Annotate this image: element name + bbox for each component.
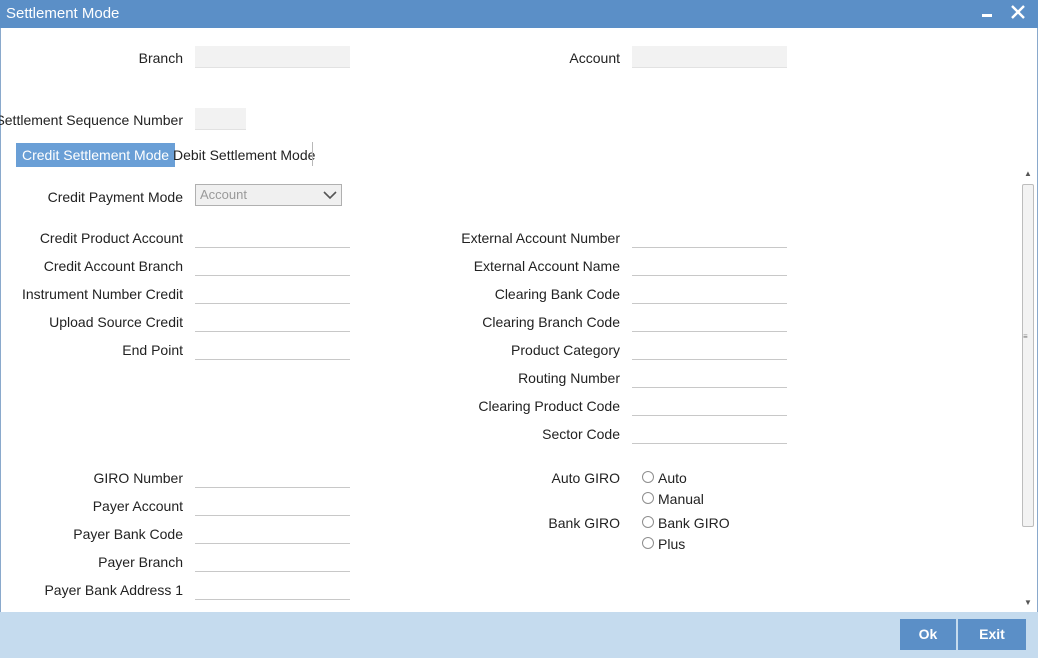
credit-payment-mode-value: Account (200, 187, 247, 202)
upload-source-credit-field[interactable] (195, 310, 350, 332)
auto-radio[interactable] (642, 471, 654, 483)
credit-account-branch-label: Credit Account Branch (43, 258, 183, 274)
upload-source-credit-label: Upload Source Credit (49, 314, 183, 330)
clearing-product-code-field[interactable] (632, 394, 787, 416)
end-point-field[interactable] (195, 338, 350, 360)
payer-bank-address-1-field[interactable] (195, 578, 350, 600)
branch-label: Branch (138, 50, 183, 66)
tab-credit-settlement-mode[interactable]: Credit Settlement Mode (16, 143, 176, 167)
manual-radio-label: Manual (658, 491, 704, 507)
plus-radio[interactable] (642, 537, 654, 549)
payer-account-label: Payer Account (92, 498, 183, 514)
credit-payment-mode-select[interactable]: Account (195, 184, 342, 206)
payer-branch-field[interactable] (195, 550, 350, 572)
external-account-number-field[interactable] (632, 226, 787, 248)
dialog-footer (0, 612, 1038, 658)
account-field[interactable] (632, 46, 787, 68)
product-category-label: Product Category (511, 342, 620, 358)
end-point-label: End Point (122, 342, 183, 358)
clearing-bank-code-label: Clearing Bank Code (494, 286, 620, 302)
bank-giro-radio[interactable] (642, 516, 654, 528)
credit-account-branch-field[interactable] (195, 254, 350, 276)
exit-button[interactable]: Exit (958, 619, 1026, 650)
tab-debit-settlement-mode[interactable]: Debit Settlement Mode (167, 143, 321, 167)
bank-giro-label: Bank GIRO (548, 515, 620, 531)
vertical-scrollbar[interactable]: ▲ ≡ ▼ (1020, 167, 1036, 610)
routing-number-field[interactable] (632, 366, 787, 388)
external-account-name-label: External Account Name (473, 258, 620, 274)
account-label: Account (569, 50, 620, 66)
instrument-number-credit-label: Instrument Number Credit (21, 286, 183, 302)
scroll-down-icon[interactable]: ▼ (1020, 596, 1036, 610)
tab-separator (312, 142, 313, 166)
clearing-branch-code-field[interactable] (632, 310, 787, 332)
payer-account-field[interactable] (195, 494, 350, 516)
settlement-sequence-number-field[interactable] (195, 108, 246, 130)
ok-button[interactable]: Ok (900, 619, 956, 650)
clearing-branch-code-label: Clearing Branch Code (482, 314, 620, 330)
scrollbar-grip-icon: ≡ (1023, 332, 1028, 341)
clearing-bank-code-field[interactable] (632, 282, 787, 304)
auto-radio-label: Auto (658, 470, 687, 486)
payer-branch-label: Payer Branch (98, 554, 183, 570)
sector-code-field[interactable] (632, 422, 787, 444)
external-account-number-label: External Account Number (461, 230, 620, 246)
settlement-sequence-number-label: Settlement Sequence Number (0, 112, 183, 128)
minimize-icon[interactable] (976, 2, 998, 24)
credit-product-account-label: Credit Product Account (39, 230, 183, 246)
bank-giro-radio-label: Bank GIRO (658, 515, 730, 531)
payer-bank-address-1-label: Payer Bank Address 1 (44, 582, 183, 598)
payer-bank-code-label: Payer Bank Code (73, 526, 183, 542)
payer-bank-code-field[interactable] (195, 522, 350, 544)
credit-product-account-field[interactable] (195, 226, 350, 248)
plus-radio-label: Plus (658, 536, 686, 552)
manual-radio[interactable] (642, 492, 654, 504)
external-account-name-field[interactable] (632, 254, 787, 276)
window-title: Settlement Mode (6, 5, 120, 22)
product-category-field[interactable] (632, 338, 787, 360)
auto-giro-label: Auto GIRO (551, 470, 620, 486)
window-titlebar: Settlement Mode (0, 0, 1038, 28)
branch-field[interactable] (195, 46, 350, 68)
close-icon[interactable] (1007, 2, 1029, 24)
credit-payment-mode-label: Credit Payment Mode (47, 189, 183, 205)
chevron-down-icon (321, 185, 339, 205)
giro-number-label: GIRO Number (93, 470, 183, 486)
routing-number-label: Routing Number (518, 370, 620, 386)
instrument-number-credit-field[interactable] (195, 282, 350, 304)
sector-code-label: Sector Code (542, 426, 620, 442)
clearing-product-code-label: Clearing Product Code (478, 398, 620, 414)
giro-number-field[interactable] (195, 466, 350, 488)
scrollbar-thumb[interactable] (1022, 184, 1034, 527)
scroll-up-icon[interactable]: ▲ (1020, 167, 1036, 181)
